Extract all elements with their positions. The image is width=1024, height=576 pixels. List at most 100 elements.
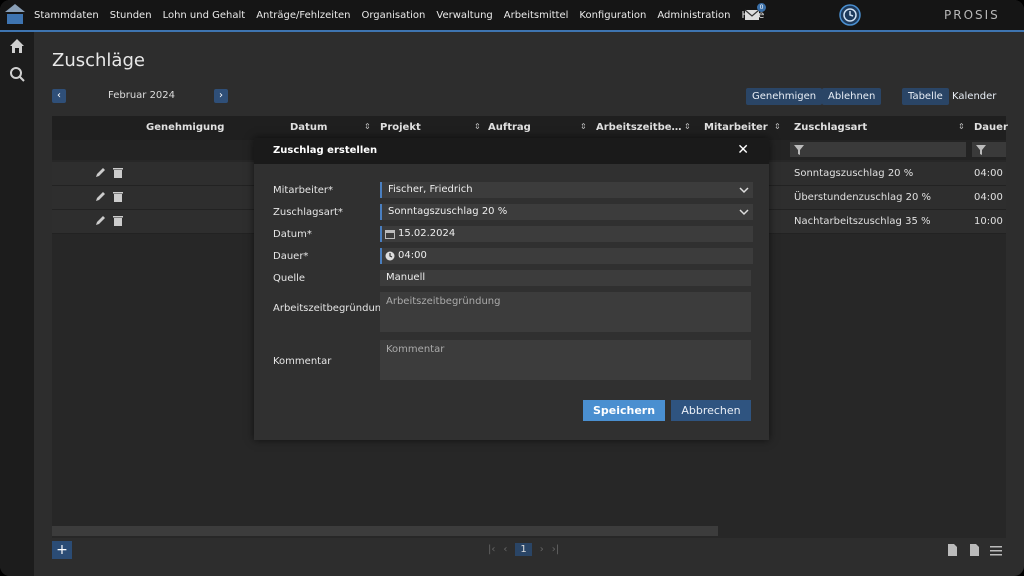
sort-icon[interactable]: ⇕ (684, 122, 691, 131)
date-value: 15.02.2024 (398, 228, 456, 239)
col-dauer[interactable]: Dauer (974, 122, 1008, 133)
source-label: Quelle (273, 273, 306, 284)
menu-organisation[interactable]: Organisation (361, 10, 425, 21)
filter-icon (794, 145, 804, 155)
home-icon[interactable] (9, 38, 25, 54)
current-page[interactable]: 1 (515, 543, 532, 556)
export-pdf-icon[interactable] (946, 544, 958, 556)
employee-select[interactable]: Fischer, Friedrich (380, 182, 753, 198)
sidebar (0, 32, 34, 576)
top-navigation-bar: Stammdaten Stunden Lohn und Gehalt Anträ… (0, 0, 1024, 32)
create-surcharge-dialog: Zuschlag erstellen ✕ Mitarbeiter* Fische… (254, 138, 769, 440)
source-field: Manuell (380, 270, 751, 286)
table-view-button[interactable]: Tabelle (902, 88, 949, 105)
sort-icon[interactable]: ⇕ (774, 122, 781, 131)
approve-button[interactable]: Genehmigen (746, 88, 823, 105)
col-auftrag[interactable]: Auftrag (488, 122, 531, 133)
col-projekt[interactable]: Projekt (380, 122, 421, 133)
edit-icon[interactable] (94, 215, 106, 227)
comment-placeholder: Kommentar (386, 344, 445, 355)
trash-icon[interactable] (112, 191, 124, 203)
filter-dauer[interactable] (972, 142, 1006, 157)
cancel-button[interactable]: Abbrechen (671, 400, 751, 421)
menu-stunden[interactable]: Stunden (110, 10, 152, 21)
source-value: Manuell (386, 272, 426, 283)
col-zuschlagsart[interactable]: Zuschlagsart (794, 122, 867, 133)
calendar-icon (385, 230, 395, 239)
reason-label: Arbeitszeitbegründung (273, 303, 388, 314)
main-menu: Stammdaten Stunden Lohn und Gehalt Anträ… (34, 0, 775, 30)
cell-dauer: 10:00 (974, 216, 1003, 227)
settings-sliders-icon[interactable] (990, 544, 1002, 556)
pagination: |‹ ‹ 1 › ›| (488, 543, 567, 556)
save-button[interactable]: Speichern (583, 400, 665, 421)
prev-page-icon[interactable]: ‹ (503, 544, 507, 555)
menu-stammdaten[interactable]: Stammdaten (34, 10, 99, 21)
menu-arbeitsmittel[interactable]: Arbeitsmittel (504, 10, 569, 21)
last-page-icon[interactable]: ›| (552, 544, 559, 555)
col-mitarbeiter[interactable]: Mitarbeiter (704, 122, 768, 133)
page-title: Zuschläge (52, 50, 145, 71)
filter-zuschlagsart[interactable] (790, 142, 966, 157)
col-datum[interactable]: Datum (290, 122, 327, 133)
menu-verwaltung[interactable]: Verwaltung (436, 10, 492, 21)
cell-zuschlagsart: Überstundenzuschlag 20 % (794, 192, 932, 203)
duration-field[interactable]: 04:00 (380, 248, 753, 264)
cell-dauer: 04:00 (974, 168, 1003, 179)
reason-placeholder: Arbeitszeitbegründung (386, 296, 501, 307)
type-select[interactable]: Sonntagszuschlag 20 % (380, 204, 753, 220)
add-button[interactable]: + (52, 541, 72, 559)
dialog-title: Zuschlag erstellen (273, 145, 378, 156)
dialog-header: Zuschlag erstellen ✕ (254, 138, 769, 164)
edit-icon[interactable] (94, 167, 106, 179)
month-label: Februar 2024 (108, 90, 176, 101)
cell-zuschlagsart: Nachtarbeitszuschlag 35 % (794, 216, 931, 227)
clock-icon (385, 251, 395, 261)
menu-antraege-fehlzeiten[interactable]: Anträge/Fehlzeiten (256, 10, 350, 21)
menu-administration[interactable]: Administration (657, 10, 730, 21)
next-month-button[interactable]: › (214, 89, 228, 103)
search-icon[interactable] (9, 66, 25, 82)
sort-icon[interactable]: ⇕ (958, 122, 965, 131)
duration-value: 04:00 (398, 250, 427, 261)
mail-button[interactable]: 0 (744, 3, 766, 23)
first-page-icon[interactable]: |‹ (488, 544, 495, 555)
cell-dauer: 04:00 (974, 192, 1003, 203)
col-genehmigung[interactable]: Genehmigung (146, 122, 224, 133)
export-excel-icon[interactable] (968, 544, 980, 556)
prev-month-button[interactable]: ‹ (52, 89, 66, 103)
sort-icon[interactable]: ⇕ (364, 122, 371, 131)
type-value: Sonntagszuschlag 20 % (388, 206, 508, 217)
trash-icon[interactable] (112, 167, 124, 179)
type-label: Zuschlagsart* (273, 207, 343, 218)
employee-label: Mitarbeiter* (273, 185, 334, 196)
menu-lohn-und-gehalt[interactable]: Lohn und Gehalt (163, 10, 246, 21)
chevron-down-icon (739, 209, 749, 216)
date-label: Datum* (273, 229, 312, 240)
horizontal-scrollbar[interactable] (52, 526, 718, 536)
edit-icon[interactable] (94, 191, 106, 203)
clock-icon[interactable] (839, 4, 861, 26)
sort-icon[interactable]: ⇕ (580, 122, 587, 131)
logo-icon (5, 4, 25, 24)
menu-konfiguration[interactable]: Konfiguration (579, 10, 646, 21)
date-field[interactable]: 15.02.2024 (380, 226, 753, 242)
col-arbeitszeitbegruendung[interactable]: Arbeitszeitbe… (596, 122, 682, 133)
cell-zuschlagsart: Sonntagszuschlag 20 % (794, 168, 914, 179)
calendar-view-button[interactable]: Kalender (946, 88, 1002, 105)
reason-textarea[interactable]: Arbeitszeitbegründung (380, 292, 751, 332)
sort-icon[interactable]: ⇕ (474, 122, 481, 131)
table-header: Genehmigung Datum ⇕ Projekt ⇕ Auftrag ⇕ … (52, 116, 1008, 140)
chevron-down-icon (739, 187, 749, 194)
employee-value: Fischer, Friedrich (388, 184, 473, 195)
next-page-icon[interactable]: › (540, 544, 544, 555)
close-icon[interactable]: ✕ (737, 142, 749, 158)
comment-textarea[interactable]: Kommentar (380, 340, 751, 380)
reject-button[interactable]: Ablehnen (822, 88, 882, 105)
brand-logo: PROSIS (944, 8, 1000, 22)
mail-badge: 0 (757, 3, 766, 12)
trash-icon[interactable] (112, 215, 124, 227)
filter-icon (976, 145, 986, 155)
app-window: Stammdaten Stunden Lohn und Gehalt Anträ… (0, 0, 1024, 576)
duration-label: Dauer* (273, 251, 309, 262)
